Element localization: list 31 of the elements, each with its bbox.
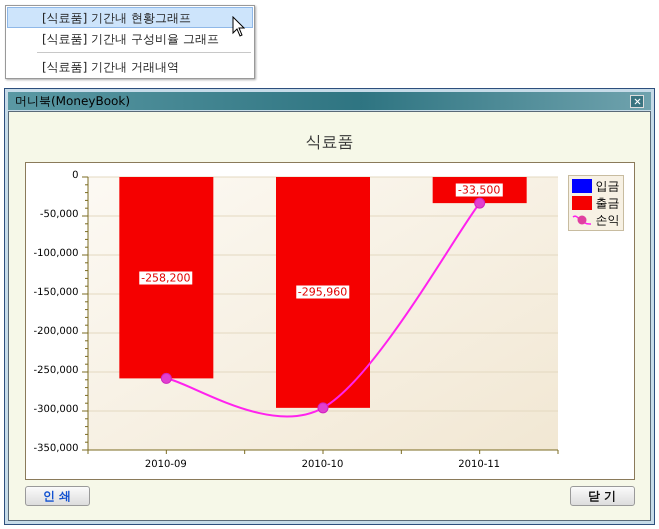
x-tick-label: 2010-10 [302, 460, 344, 470]
close-icon [632, 96, 642, 106]
y-tick-label: -300,000 [34, 405, 78, 415]
y-tick-label: 0 [72, 171, 78, 181]
chart-title: 식료품 [306, 131, 354, 153]
y-tick-label: -250,000 [34, 366, 78, 376]
menu-item[interactable]: [식료품] 기간내 구성비율 그래프 [7, 28, 253, 49]
y-tick-label: -350,000 [34, 444, 78, 454]
y-tick-label: -100,000 [34, 249, 78, 259]
y-tick-label: -150,000 [34, 288, 78, 298]
legend-label: 출금 [596, 197, 620, 209]
window-title: 머니북(MoneyBook) [15, 93, 130, 110]
legend-line-icon [572, 213, 592, 227]
data-point [317, 402, 328, 414]
close-dialog-button[interactable]: 닫 기 [570, 486, 634, 506]
value-label: -33,500 [456, 184, 502, 197]
y-tick-label: -200,000 [34, 327, 78, 337]
close-button[interactable] [630, 94, 644, 108]
pointer-icon [232, 16, 246, 38]
value-label: -258,200 [139, 271, 193, 284]
data-point [474, 198, 485, 209]
menu-item[interactable]: [식료품] 기간내 현황그래프 [7, 7, 253, 28]
x-tick-label: 2010-11 [458, 460, 500, 470]
legend-label: 손익 [596, 214, 620, 226]
y-tick-label: -50,000 [40, 210, 78, 220]
print-button[interactable]: 인 쇄 [24, 486, 90, 506]
legend-label: 입금 [596, 180, 620, 192]
x-tick-label: 2010-09 [144, 460, 187, 470]
value-label: -295,960 [296, 286, 350, 299]
menu-item[interactable]: [식료품] 기간내 거래내역 [7, 56, 253, 77]
data-point [160, 372, 172, 384]
